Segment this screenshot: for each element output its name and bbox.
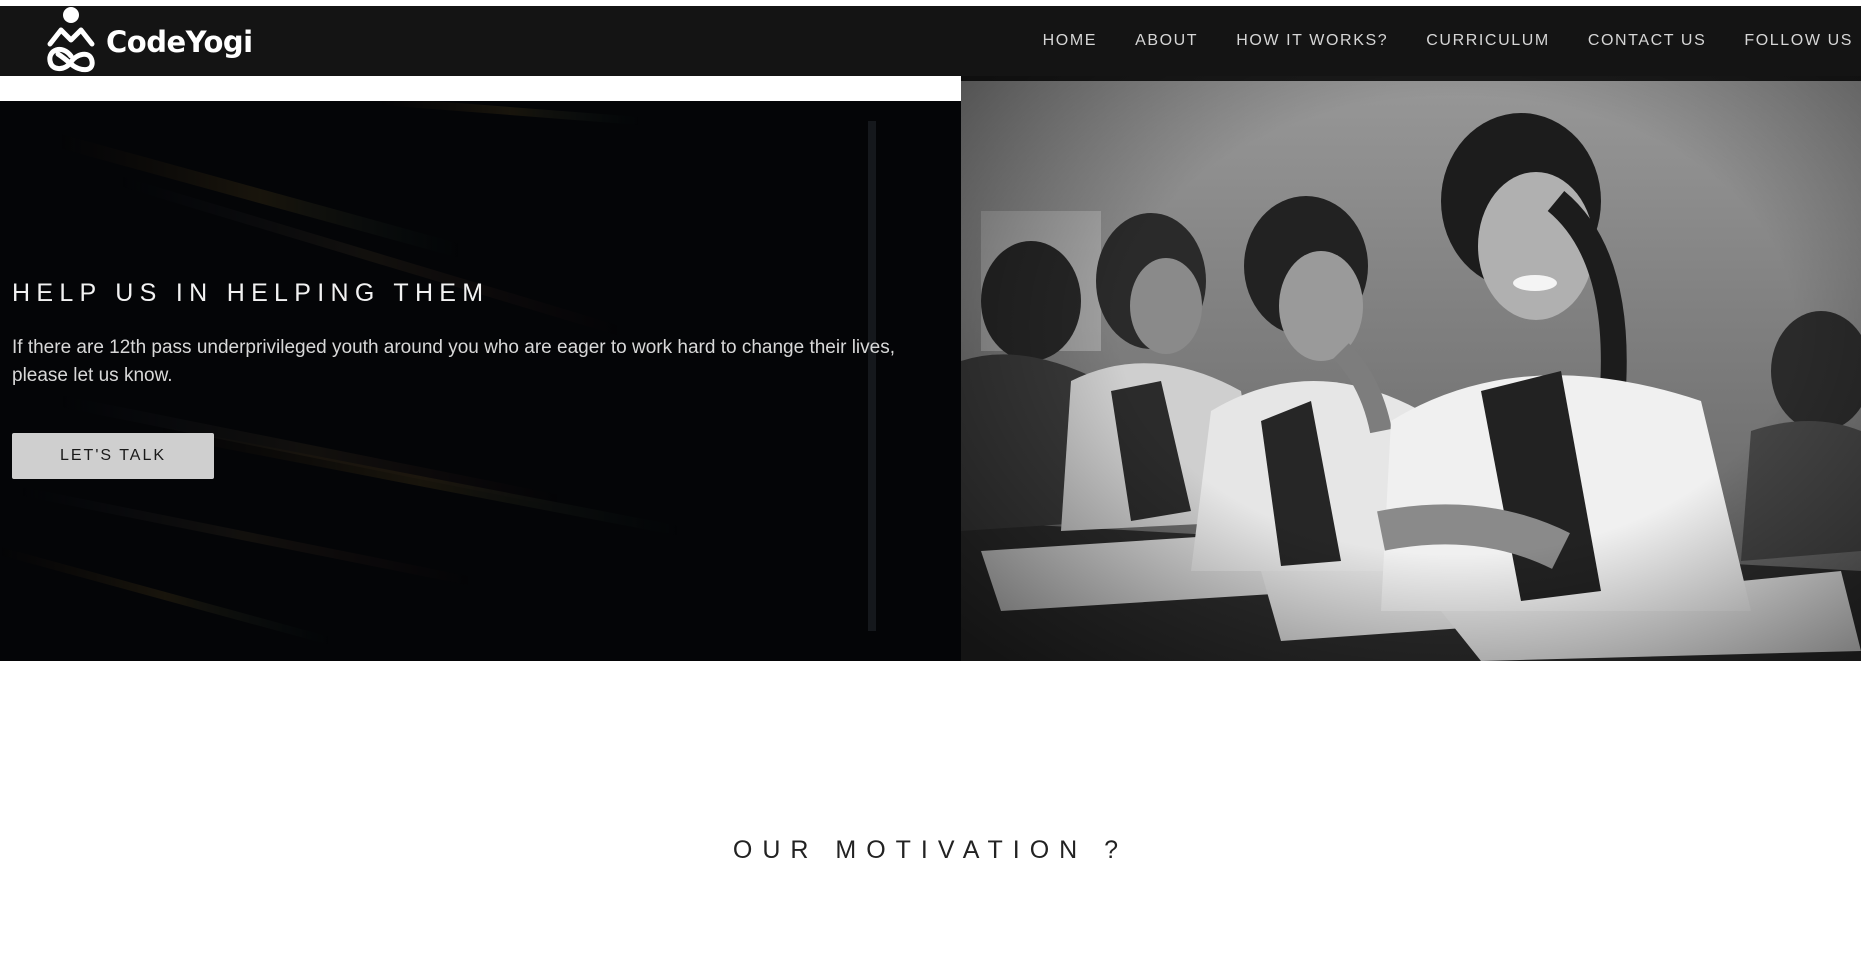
main-nav: HOME ABOUT HOW IT WORKS? CURRICULUM CONT…	[1005, 6, 1853, 76]
motivation-title: OUR MOTIVATION ?	[732, 836, 1129, 864]
brand-name: CodeYogi	[106, 25, 253, 59]
hero-top-gap	[0, 76, 961, 101]
hero-title: HELP US IN HELPING THEM	[12, 279, 490, 307]
nav-contact-us[interactable]: CONTACT US	[1588, 32, 1707, 50]
hero-photo	[961, 51, 1861, 661]
nav-curriculum[interactable]: CURRICULUM	[1426, 32, 1550, 50]
nav-home[interactable]: HOME	[1043, 32, 1097, 50]
students-photo	[961, 51, 1861, 661]
brand-logo[interactable]: CodeYogi	[44, 6, 253, 76]
hero-description: If there are 12th pass underprivileged y…	[12, 337, 895, 386]
yogi-logo-icon	[44, 6, 100, 76]
lets-talk-button[interactable]: LET'S TALK	[12, 433, 214, 479]
hero-left-panel: HELP US IN HELPING THEM If there are 12t…	[0, 101, 961, 661]
page: CodeYogi HOME ABOUT HOW IT WORKS? CURRIC…	[0, 0, 1861, 955]
site-header: CodeYogi HOME ABOUT HOW IT WORKS? CURRIC…	[0, 6, 1861, 76]
nav-about[interactable]: ABOUT	[1135, 32, 1198, 50]
nav-follow-us[interactable]: FOLLOW US	[1744, 32, 1853, 50]
nav-how-it-works[interactable]: HOW IT WORKS?	[1236, 32, 1388, 50]
